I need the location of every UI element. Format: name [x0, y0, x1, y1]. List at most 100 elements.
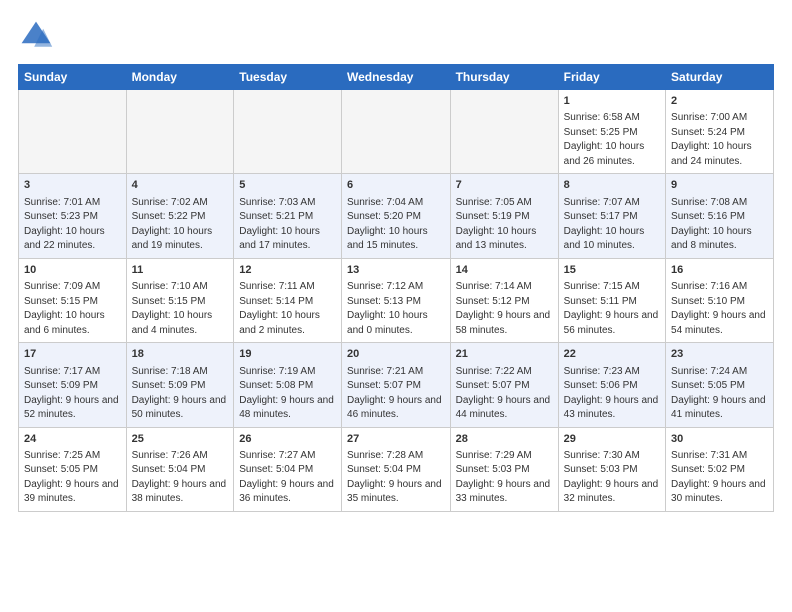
day-number: 13 [347, 263, 445, 278]
calendar-cell [234, 90, 342, 174]
day-info: Sunrise: 7:07 AMSunset: 5:17 PMDaylight:… [564, 196, 660, 254]
calendar-cell: 22 Sunrise: 7:23 AMSunset: 5:06 PMDayligh… [558, 343, 665, 427]
day-number: 11 [132, 263, 229, 278]
calendar-cell: 23 Sunrise: 7:24 AMSunset: 5:05 PMDayligh… [666, 343, 774, 427]
calendar-week-0: 1Sunrise: 6:58 AMSunset: 5:25 PMDaylight… [19, 90, 774, 174]
calendar-cell: 7 Sunrise: 7:05 AMSunset: 5:19 PMDaylight… [450, 174, 558, 258]
day-info: Sunrise: 7:14 AMSunset: 5:12 PMDaylight:… [456, 280, 553, 338]
day-number: 16 [671, 263, 768, 278]
calendar-cell: 26Sunrise: 7:27 AMSunset: 5:04 PMDayligh… [234, 427, 342, 511]
day-info: Sunrise: 7:24 AMSunset: 5:05 PMDaylight:… [671, 365, 768, 423]
calendar-cell: 21 Sunrise: 7:22 AMSunset: 5:07 PMDayligh… [450, 343, 558, 427]
col-header-tuesday: Tuesday [234, 65, 342, 90]
col-header-wednesday: Wednesday [342, 65, 451, 90]
day-number: 27 [347, 432, 445, 447]
calendar-cell: 27Sunrise: 7:28 AMSunset: 5:04 PMDayligh… [342, 427, 451, 511]
day-number: 8 [564, 178, 660, 193]
calendar-cell [342, 90, 451, 174]
day-number: 22 [564, 347, 660, 362]
calendar-cell: 5 Sunrise: 7:03 AMSunset: 5:21 PMDaylight… [234, 174, 342, 258]
calendar-cell: 4Sunrise: 7:02 AMSunset: 5:22 PMDaylight… [126, 174, 234, 258]
logo-icon [18, 18, 54, 54]
calendar-cell: 12 Sunrise: 7:11 AMSunset: 5:14 PMDayligh… [234, 258, 342, 342]
day-number: 14 [456, 263, 553, 278]
day-number: 30 [671, 432, 768, 447]
calendar-cell: 2 Sunrise: 7:00 AMSunset: 5:24 PMDaylight… [666, 90, 774, 174]
col-header-friday: Friday [558, 65, 665, 90]
calendar-cell: 17 Sunrise: 7:17 AMSunset: 5:09 PMDayligh… [19, 343, 127, 427]
day-number: 9 [671, 178, 768, 193]
page: SundayMondayTuesdayWednesdayThursdayFrid… [0, 0, 792, 522]
calendar-cell: 28 Sunrise: 7:29 AMSunset: 5:03 PMDayligh… [450, 427, 558, 511]
calendar-cell: 8 Sunrise: 7:07 AMSunset: 5:17 PMDaylight… [558, 174, 665, 258]
calendar-cell: 19 Sunrise: 7:19 AMSunset: 5:08 PMDayligh… [234, 343, 342, 427]
day-info: Sunrise: 7:19 AMSunset: 5:08 PMDaylight:… [239, 365, 336, 423]
calendar-cell: 16 Sunrise: 7:16 AMSunset: 5:10 PMDayligh… [666, 258, 774, 342]
calendar-cell [126, 90, 234, 174]
day-number: 10 [24, 263, 121, 278]
day-info: Sunrise: 7:00 AMSunset: 5:24 PMDaylight:… [671, 111, 768, 169]
day-info: Sunrise: 7:29 AMSunset: 5:03 PMDaylight:… [456, 449, 553, 507]
calendar-cell: 6Sunrise: 7:04 AMSunset: 5:20 PMDaylight… [342, 174, 451, 258]
day-info: Sunrise: 7:16 AMSunset: 5:10 PMDaylight:… [671, 280, 768, 338]
day-number: 5 [239, 178, 336, 193]
day-number: 20 [347, 347, 445, 362]
day-info: Sunrise: 7:04 AMSunset: 5:20 PMDaylight:… [347, 196, 445, 254]
calendar-cell [450, 90, 558, 174]
day-number: 2 [671, 94, 768, 109]
day-number: 17 [24, 347, 121, 362]
day-number: 15 [564, 263, 660, 278]
day-info: Sunrise: 7:01 AMSunset: 5:23 PMDaylight:… [24, 196, 121, 254]
day-info: Sunrise: 7:22 AMSunset: 5:07 PMDaylight:… [456, 365, 553, 423]
day-info: Sunrise: 7:03 AMSunset: 5:21 PMDaylight:… [239, 196, 336, 254]
header [18, 18, 774, 54]
calendar-cell: 1Sunrise: 6:58 AMSunset: 5:25 PMDaylight… [558, 90, 665, 174]
day-number: 12 [239, 263, 336, 278]
day-info: Sunrise: 7:15 AMSunset: 5:11 PMDaylight:… [564, 280, 660, 338]
day-info: Sunrise: 7:30 AMSunset: 5:03 PMDaylight:… [564, 449, 660, 507]
calendar-header-row: SundayMondayTuesdayWednesdayThursdayFrid… [19, 65, 774, 90]
calendar-cell: 9 Sunrise: 7:08 AMSunset: 5:16 PMDaylight… [666, 174, 774, 258]
day-info: Sunrise: 7:26 AMSunset: 5:04 PMDaylight:… [132, 449, 229, 507]
col-header-thursday: Thursday [450, 65, 558, 90]
day-number: 7 [456, 178, 553, 193]
day-number: 3 [24, 178, 121, 193]
day-info: Sunrise: 7:21 AMSunset: 5:07 PMDaylight:… [347, 365, 445, 423]
day-number: 1 [564, 94, 660, 109]
calendar-week-3: 17 Sunrise: 7:17 AMSunset: 5:09 PMDayligh… [19, 343, 774, 427]
day-info: Sunrise: 7:23 AMSunset: 5:06 PMDaylight:… [564, 365, 660, 423]
calendar-week-4: 24 Sunrise: 7:25 AMSunset: 5:05 PMDayligh… [19, 427, 774, 511]
col-header-monday: Monday [126, 65, 234, 90]
day-number: 29 [564, 432, 660, 447]
calendar-cell: 29 Sunrise: 7:30 AMSunset: 5:03 PMDayligh… [558, 427, 665, 511]
calendar-cell: 10 Sunrise: 7:09 AMSunset: 5:15 PMDayligh… [19, 258, 127, 342]
calendar-cell: 3 Sunrise: 7:01 AMSunset: 5:23 PMDaylight… [19, 174, 127, 258]
calendar-cell: 25 Sunrise: 7:26 AMSunset: 5:04 PMDayligh… [126, 427, 234, 511]
calendar-week-2: 10 Sunrise: 7:09 AMSunset: 5:15 PMDayligh… [19, 258, 774, 342]
day-number: 25 [132, 432, 229, 447]
day-info: Sunrise: 7:02 AMSunset: 5:22 PMDaylight:… [132, 196, 229, 254]
day-number: 19 [239, 347, 336, 362]
calendar-cell: 30 Sunrise: 7:31 AMSunset: 5:02 PMDayligh… [666, 427, 774, 511]
col-header-sunday: Sunday [19, 65, 127, 90]
day-number: 21 [456, 347, 553, 362]
day-number: 23 [671, 347, 768, 362]
day-info: Sunrise: 7:31 AMSunset: 5:02 PMDaylight:… [671, 449, 768, 507]
day-info: Sunrise: 7:12 AMSunset: 5:13 PMDaylight:… [347, 280, 445, 338]
day-number: 24 [24, 432, 121, 447]
calendar-table: SundayMondayTuesdayWednesdayThursdayFrid… [18, 64, 774, 512]
day-info: Sunrise: 7:08 AMSunset: 5:16 PMDaylight:… [671, 196, 768, 254]
calendar-cell: 11Sunrise: 7:10 AMSunset: 5:15 PMDayligh… [126, 258, 234, 342]
day-number: 28 [456, 432, 553, 447]
day-info: Sunrise: 7:18 AMSunset: 5:09 PMDaylight:… [132, 365, 229, 423]
day-info: Sunrise: 7:11 AMSunset: 5:14 PMDaylight:… [239, 280, 336, 338]
calendar-cell: 24 Sunrise: 7:25 AMSunset: 5:05 PMDayligh… [19, 427, 127, 511]
day-info: Sunrise: 7:27 AMSunset: 5:04 PMDaylight:… [239, 449, 336, 507]
col-header-saturday: Saturday [666, 65, 774, 90]
day-info: Sunrise: 7:17 AMSunset: 5:09 PMDaylight:… [24, 365, 121, 423]
day-info: Sunrise: 7:09 AMSunset: 5:15 PMDaylight:… [24, 280, 121, 338]
day-info: Sunrise: 7:25 AMSunset: 5:05 PMDaylight:… [24, 449, 121, 507]
day-info: Sunrise: 7:05 AMSunset: 5:19 PMDaylight:… [456, 196, 553, 254]
day-number: 18 [132, 347, 229, 362]
calendar-week-1: 3 Sunrise: 7:01 AMSunset: 5:23 PMDaylight… [19, 174, 774, 258]
